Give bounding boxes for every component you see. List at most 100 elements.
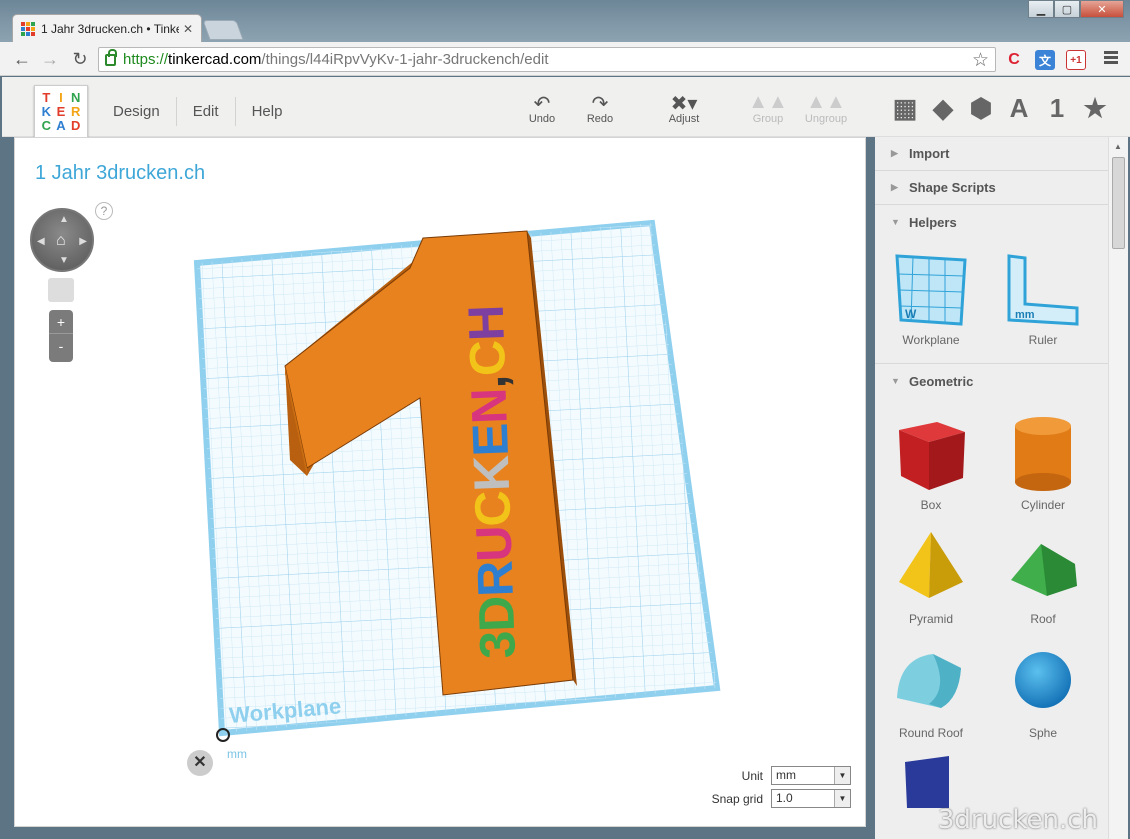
ungroup-button[interactable]: ▲▲ Ungroup xyxy=(796,91,856,125)
shape-label: Round Roof xyxy=(898,726,964,740)
gplus-extension-icon[interactable]: +1 xyxy=(1066,50,1086,70)
snap-grid-value: 1.0 xyxy=(776,791,793,805)
citavi-extension-icon[interactable]: C xyxy=(1004,50,1024,70)
section-label: Geometric xyxy=(909,373,974,389)
address-bar[interactable]: https://tinkercad.com/things/l44iRpvVyKv… xyxy=(98,47,996,72)
logo-letter: D xyxy=(70,118,81,133)
adjust-label: Adjust xyxy=(668,113,700,125)
menu-help[interactable]: Help xyxy=(236,97,299,126)
forward-arrow-icon[interactable]: → xyxy=(38,47,62,71)
model-letter: E xyxy=(462,423,519,457)
help-icon[interactable]: ? xyxy=(95,202,113,220)
shape-label: Cylinder xyxy=(1020,498,1065,512)
partial-shape-icon xyxy=(905,756,949,808)
adjust-button[interactable]: ✖▾ Adjust xyxy=(654,91,714,125)
view-navigation-control[interactable]: ▲ ▼ ◀ ▶ ⌂ xyxy=(30,208,94,272)
helpers-list: W Workplane mm Ruler xyxy=(875,239,1108,364)
ungroup-label: Ungroup xyxy=(804,113,848,125)
section-label: Import xyxy=(909,146,950,161)
section-helpers[interactable]: ▼ Helpers xyxy=(875,205,1108,239)
menu-edit[interactable]: Edit xyxy=(177,97,236,126)
window-controls: ▁ ▢ ✕ xyxy=(1028,0,1124,18)
section-geometric[interactable]: ▼ Geometric xyxy=(875,364,1108,398)
browser-toolbar: ← → ↻ https://tinkercad.com/things/l44iR… xyxy=(0,42,1130,76)
undo-icon: ↶ xyxy=(533,93,551,115)
helper-workplane[interactable]: W Workplane xyxy=(875,239,987,363)
zoom-in-button[interactable]: + xyxy=(49,310,73,334)
browser-tab[interactable]: 1 Jahr 3drucken.ch • Tinke ✕ xyxy=(12,14,202,42)
model-letter: C xyxy=(464,490,521,527)
section-label: Helpers xyxy=(909,214,957,230)
workplane-scene[interactable]: 3DRUCKEN,CH Workplane mm xyxy=(15,138,866,827)
unit-select[interactable]: mm ▼ xyxy=(771,766,851,785)
model-letter: H xyxy=(458,305,515,342)
model-letter: U xyxy=(465,526,522,563)
minimize-button[interactable]: ▁ xyxy=(1028,0,1054,18)
shape-cylinder[interactable]: Cylinder xyxy=(987,398,1099,512)
group-icon: ▲▲ xyxy=(748,91,788,113)
nav-up-icon[interactable]: ▲ xyxy=(59,214,69,225)
back-arrow-icon[interactable]: ← xyxy=(10,47,34,71)
pyramid-icon xyxy=(899,532,963,598)
shape-label: Pyramid xyxy=(908,612,953,626)
redo-button[interactable]: ↷ Redo xyxy=(570,91,630,125)
snap-grid-label: Snap grid xyxy=(711,791,763,806)
helper-ruler[interactable]: mm Ruler xyxy=(987,239,1099,363)
menu-design[interactable]: Design xyxy=(97,97,177,126)
sphere-icon xyxy=(1015,652,1071,708)
helper-letter: mm xyxy=(1015,309,1035,321)
undo-button[interactable]: ↶ Undo xyxy=(512,91,572,125)
tab-close-icon[interactable]: ✕ xyxy=(183,22,193,36)
snap-grid-select[interactable]: 1.0 ▼ xyxy=(771,789,851,808)
section-shape-scripts[interactable]: ▶ Shape Scripts xyxy=(875,171,1108,205)
zoom-out-button[interactable]: - xyxy=(49,334,73,358)
model-letter: K xyxy=(463,454,520,492)
model-letter: N xyxy=(461,388,518,425)
number-tool-icon[interactable]: 1 xyxy=(1038,93,1076,124)
nav-left-icon[interactable]: ◀ xyxy=(37,236,45,247)
section-import[interactable]: ▶ Import xyxy=(875,137,1108,171)
new-tab-button[interactable] xyxy=(202,20,244,40)
close-window-button[interactable]: ✕ xyxy=(1080,0,1124,18)
text-tool-icon[interactable]: A xyxy=(1000,93,1038,124)
scroll-up-icon[interactable]: ▲ xyxy=(1114,142,1122,151)
nav-down-icon[interactable]: ▼ xyxy=(59,255,69,266)
wireframe-cube-icon[interactable]: ⬢ xyxy=(962,93,1000,124)
design-title[interactable]: 1 Jahr 3drucken.ch xyxy=(35,162,205,185)
shape-pyramid[interactable]: Pyramid xyxy=(875,512,987,626)
group-button[interactable]: ▲▲ Group xyxy=(738,91,798,125)
logo-letter: N xyxy=(70,90,81,105)
model-letter: D xyxy=(468,596,525,633)
grid-view-icon[interactable]: ▦ xyxy=(886,93,924,124)
dropdown-arrow-icon: ▼ xyxy=(834,790,850,807)
collapse-arrow-icon: ▼ xyxy=(891,217,900,227)
expand-arrow-icon: ▶ xyxy=(891,148,898,158)
panel-scrollbar[interactable]: ▲ xyxy=(1108,137,1128,839)
cube-view-icon[interactable]: ◆ xyxy=(924,93,962,124)
reload-icon[interactable]: ↻ xyxy=(68,47,92,71)
shape-box[interactable]: Box xyxy=(875,398,987,512)
tab-title: 1 Jahr 3drucken.ch • Tinke xyxy=(41,21,179,36)
site-watermark: 3drucken.ch xyxy=(937,805,1098,835)
maximize-button[interactable]: ▢ xyxy=(1054,0,1080,18)
favorites-star-icon[interactable]: ★ xyxy=(1076,93,1114,124)
unit-value: mm xyxy=(776,768,796,782)
translate-extension-icon[interactable]: 文 xyxy=(1035,50,1055,70)
shape-sphere[interactable]: Sphe xyxy=(987,626,1099,740)
bookmark-star-icon[interactable]: ☆ xyxy=(972,49,989,72)
design-canvas[interactable]: 3DRUCKEN,CH Workplane mm 1 Jahr 3drucken… xyxy=(14,137,866,827)
dropdown-arrow-icon: ▼ xyxy=(834,767,850,784)
chrome-menu-icon[interactable] xyxy=(1104,51,1118,66)
ortho-cube-icon[interactable] xyxy=(48,278,74,302)
shape-label: Ruler xyxy=(1028,333,1058,347)
shape-roof[interactable]: Roof xyxy=(987,512,1099,626)
shape-round-roof[interactable]: Round Roof xyxy=(875,626,987,740)
main-menu: Design Edit Help xyxy=(97,97,298,126)
scrollbar-thumb[interactable] xyxy=(1112,157,1125,249)
tinkercad-logo[interactable]: T I N K E R C A D xyxy=(34,85,88,139)
logo-letter: C xyxy=(41,118,52,133)
clear-close-icon[interactable]: ✕ xyxy=(187,750,213,776)
nav-right-icon[interactable]: ▶ xyxy=(79,236,87,247)
home-view-icon[interactable]: ⌂ xyxy=(56,232,66,250)
workplane-helper-icon: W xyxy=(895,254,967,326)
